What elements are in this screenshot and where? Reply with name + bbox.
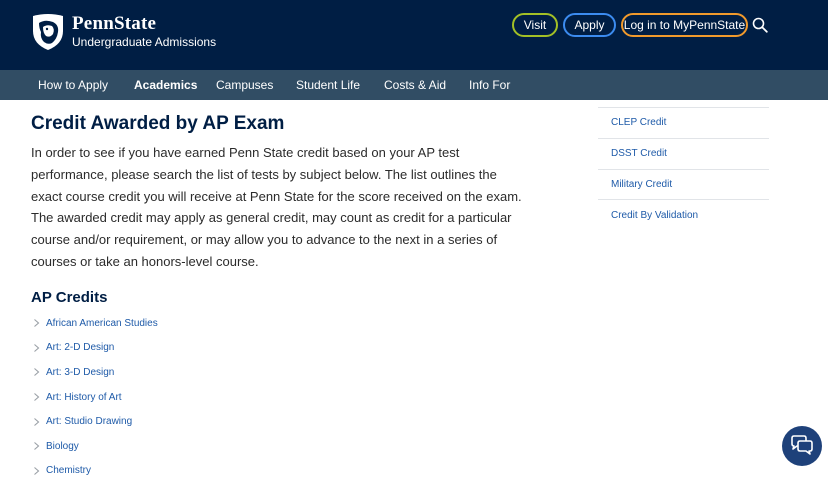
ap-credit-list: African American Studies Art: 2-D Design… [31, 311, 158, 483]
sidebar-item-dsst-credit[interactable]: DSST Credit [598, 137, 769, 169]
ap-link-art-3d-design[interactable]: Art: 3-D Design [46, 367, 114, 378]
nav-item-campuses[interactable]: Campuses [216, 70, 273, 100]
ap-list-item[interactable]: Chemistry [31, 459, 158, 484]
visit-button[interactable]: Visit [512, 13, 558, 37]
nittany-lion-shield-icon [33, 14, 63, 50]
main-nav: How to Apply Academics Campuses Student … [0, 70, 828, 100]
brand-subtitle: Undergraduate Admissions [72, 35, 217, 49]
ap-list-item[interactable]: Art: Studio Drawing [31, 409, 158, 434]
login-button[interactable]: Log in to MyPennState [621, 13, 748, 37]
ap-list-item[interactable]: Biology [31, 434, 158, 459]
site-header: PennState Undergraduate Admissions Visit… [0, 0, 828, 70]
brand-name: PennState [72, 13, 157, 34]
ap-link-art-2d-design[interactable]: Art: 2-D Design [46, 342, 114, 353]
ap-link-art-history-of-art[interactable]: Art: History of Art [46, 392, 122, 403]
nav-item-academics[interactable]: Academics [134, 70, 197, 100]
sidebar-item-military-credit[interactable]: Military Credit [598, 168, 769, 200]
ap-list-item[interactable]: Art: History of Art [31, 385, 158, 410]
ap-list-item[interactable]: African American Studies [31, 311, 158, 336]
ap-link-biology[interactable]: Biology [46, 441, 79, 452]
intro-paragraph: In order to see if you have earned Penn … [31, 145, 522, 269]
chevron-right-icon [34, 442, 40, 451]
ap-link-art-studio-drawing[interactable]: Art: Studio Drawing [46, 416, 132, 427]
sidebar-related-links: CLEP Credit DSST Credit Military Credit … [598, 107, 769, 230]
chevron-right-icon [34, 343, 40, 352]
page-title: Credit Awarded by AP Exam [31, 113, 285, 134]
nav-item-info-for[interactable]: Info For [469, 70, 510, 100]
nav-item-costs-aid[interactable]: Costs & Aid [384, 70, 446, 100]
ap-list-item[interactable]: Art: 3-D Design [31, 360, 158, 385]
chevron-right-icon [34, 368, 40, 377]
ap-link-chemistry[interactable]: Chemistry [46, 465, 91, 476]
pennstate-logo[interactable]: PennState Undergraduate Admissions [31, 13, 216, 51]
ap-link-african-american-studies[interactable]: African American Studies [46, 318, 158, 329]
chevron-right-icon [34, 319, 40, 328]
section-title-ap-credits: AP Credits [31, 289, 108, 306]
chevron-right-icon [34, 466, 40, 475]
chevron-right-icon [34, 393, 40, 401]
apply-button[interactable]: Apply [563, 13, 616, 37]
sidebar-item-credit-by-validation[interactable]: Credit By Validation [598, 199, 769, 230]
chat-button[interactable] [782, 426, 822, 466]
nav-item-how-to-apply[interactable]: How to Apply [38, 70, 108, 100]
nav-item-student-life[interactable]: Student Life [296, 70, 360, 100]
ap-list-item[interactable]: Art: 2-D Design [31, 336, 158, 361]
chevron-right-icon [34, 417, 40, 426]
sidebar-item-clep-credit[interactable]: CLEP Credit [598, 107, 769, 138]
search-icon[interactable] [752, 17, 768, 33]
chat-bubbles-icon [791, 435, 813, 455]
